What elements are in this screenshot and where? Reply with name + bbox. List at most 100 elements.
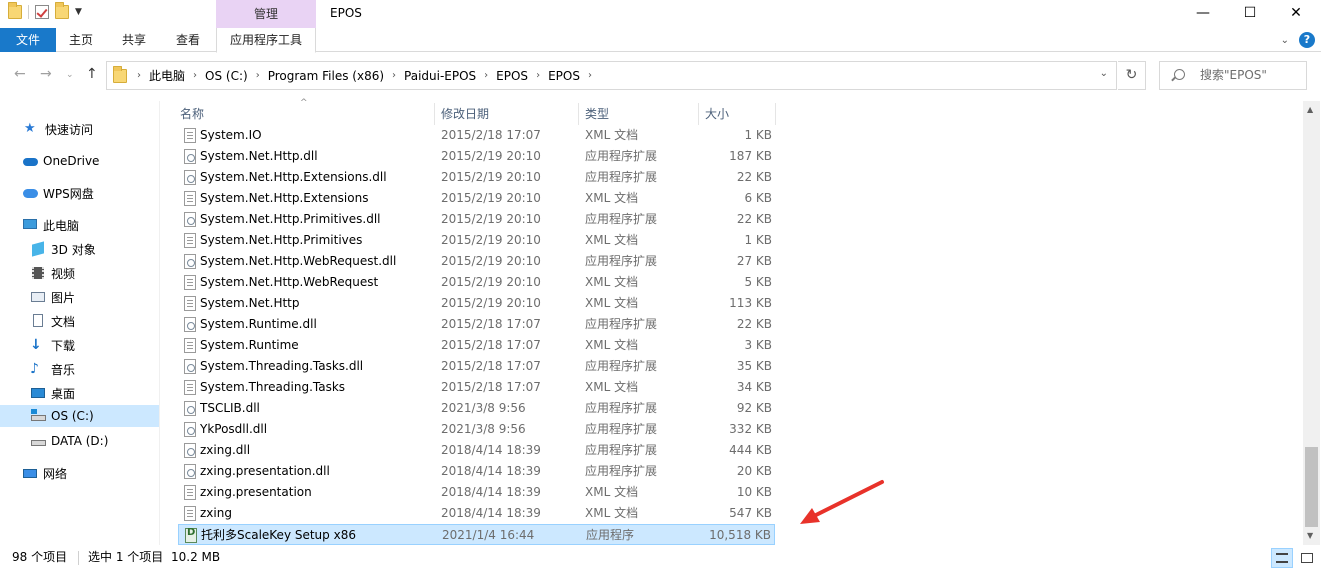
nav-onedrive[interactable]: OneDrive xyxy=(0,150,159,172)
breadcrumb-separator-icon[interactable]: › xyxy=(388,70,400,81)
tab-home[interactable]: 主页 xyxy=(56,28,106,52)
file-row[interactable]: TSCLIB.dll 2021/3/8 9:56 应用程序扩展 92 KB xyxy=(178,398,775,419)
scroll-up-icon[interactable]: ▲ xyxy=(1307,105,1313,114)
file-row[interactable]: 托利多ScaleKey Setup x86 2021/1/4 16:44 应用程序 1… xyxy=(178,524,775,545)
scroll-down-icon[interactable]: ▼ xyxy=(1307,531,1313,540)
file-date: 2021/1/4 16:44 xyxy=(442,528,535,542)
file-row[interactable]: zxing.presentation 2018/4/14 18:39 XML 文档 1… xyxy=(178,482,775,503)
up-arrow-icon[interactable]: ↑ xyxy=(86,66,98,82)
help-icon[interactable]: ? xyxy=(1299,32,1315,48)
search-placeholder: 搜索"EPOS" xyxy=(1200,68,1267,82)
file-row[interactable]: System.Net.Http.WebRequest 2015/2/19 20:1… xyxy=(178,272,775,293)
file-row[interactable]: System.IO 2015/2/18 17:07 XML 文档 1 KB xyxy=(178,125,775,146)
breadcrumb-epos-current[interactable]: EPOS xyxy=(544,69,584,83)
large-icons-view-button[interactable] xyxy=(1296,548,1318,568)
tab-share[interactable]: 共享 xyxy=(108,28,160,52)
properties-icon[interactable] xyxy=(35,5,49,19)
file-row[interactable]: zxing.presentation.dll 2018/4/14 18:39 应用程… xyxy=(178,461,775,482)
maximize-button[interactable]: ☐ xyxy=(1227,0,1273,26)
new-folder-icon[interactable] xyxy=(55,2,69,19)
navigation-pane: ★ 快速访问 OneDrive WPS网盘 此电脑 3D 对象 视频 图片 文档… xyxy=(0,101,160,545)
tab-view[interactable]: 查看 xyxy=(162,28,214,52)
nav-this-pc[interactable]: 此电脑 xyxy=(0,214,159,236)
file-row[interactable]: YkPosdll.dll 2021/3/8 9:56 应用程序扩展 332 KB xyxy=(178,419,775,440)
tab-application-tools[interactable]: 应用程序工具 xyxy=(216,28,316,53)
wps-cloud-icon xyxy=(22,186,38,200)
scrollbar-thumb[interactable] xyxy=(1305,447,1318,527)
nav-os-c[interactable]: OS (C:) xyxy=(0,405,159,427)
manage-tab[interactable]: 管理 xyxy=(216,0,316,28)
forward-arrow-icon[interactable]: → xyxy=(40,66,52,82)
breadcrumb-this-pc[interactable]: 此电脑 xyxy=(145,67,189,84)
minimize-button[interactable]: — xyxy=(1180,0,1226,26)
file-row[interactable]: System.Net.Http.dll 2015/2/19 20:10 应用程序扩展… xyxy=(178,146,775,167)
column-divider[interactable] xyxy=(578,103,579,125)
column-divider[interactable] xyxy=(775,103,776,125)
nav-network[interactable]: 网络 xyxy=(0,462,159,484)
nav-wps-cloud[interactable]: WPS网盘 xyxy=(0,182,159,204)
file-row[interactable]: System.Runtime 2015/2/18 17:07 XML 文档 3 KB xyxy=(178,335,775,356)
nav-music[interactable]: ♪ 音乐 xyxy=(0,358,159,380)
vertical-scrollbar[interactable]: ▲ ▼ xyxy=(1303,101,1320,545)
file-row[interactable]: System.Net.Http.Primitives 2015/2/19 20:1… xyxy=(178,230,775,251)
file-row[interactable]: System.Net.Http.WebRequest.dll 2015/2/19 … xyxy=(178,251,775,272)
back-arrow-icon[interactable]: ← xyxy=(14,66,26,82)
breadcrumb-program-files[interactable]: Program Files (x86) xyxy=(264,69,388,83)
file-row[interactable]: zxing.dll 2018/4/14 18:39 应用程序扩展 444 KB xyxy=(178,440,775,461)
file-size: 1 KB xyxy=(744,128,772,142)
nav-videos[interactable]: 视频 xyxy=(0,262,159,284)
nav-label: 图片 xyxy=(51,290,76,305)
file-row[interactable]: System.Threading.Tasks.dll 2015/2/18 17:0… xyxy=(178,356,775,377)
network-icon xyxy=(22,466,38,480)
column-header-size[interactable]: 大小 xyxy=(705,101,729,125)
dll-file-icon xyxy=(184,422,196,437)
file-date: 2015/2/19 20:10 xyxy=(441,149,541,163)
breadcrumb-paidui-epos[interactable]: Paidui-EPOS xyxy=(400,69,480,83)
address-history-chevron-icon[interactable]: ⌄ xyxy=(1100,68,1108,79)
file-row[interactable]: System.Net.Http.Primitives.dll 2015/2/19 … xyxy=(178,209,775,230)
column-header-type[interactable]: 类型 xyxy=(585,101,609,125)
breadcrumb-os-c[interactable]: OS (C:) xyxy=(201,69,252,83)
close-button[interactable]: ✕ xyxy=(1273,0,1319,26)
file-row[interactable]: System.Net.Http.Extensions.dll 2015/2/19 … xyxy=(178,167,775,188)
ribbon-expand-icon[interactable]: ⌄ xyxy=(1281,35,1289,46)
file-row[interactable]: System.Net.Http.Extensions 2015/2/19 20:1… xyxy=(178,188,775,209)
refresh-button[interactable]: ↻ xyxy=(1118,61,1146,90)
chevron-down-icon[interactable]: ▼ xyxy=(75,7,82,17)
breadcrumb-separator-icon[interactable]: › xyxy=(252,70,264,81)
column-header-name[interactable]: 名称 xyxy=(180,101,204,125)
file-type: 应用程序扩展 xyxy=(585,443,658,457)
column-divider[interactable] xyxy=(434,103,435,125)
breadcrumb-separator-icon[interactable]: › xyxy=(133,70,145,81)
column-divider[interactable] xyxy=(698,103,699,125)
search-input[interactable]: 搜索"EPOS" xyxy=(1159,61,1307,90)
file-size: 547 KB xyxy=(729,506,772,520)
file-row[interactable]: System.Net.Http 2015/2/19 20:10 XML 文档 113 … xyxy=(178,293,775,314)
file-date: 2018/4/14 18:39 xyxy=(441,485,541,499)
breadcrumb-separator-icon[interactable]: › xyxy=(532,70,544,81)
breadcrumb-separator-icon[interactable]: › xyxy=(189,70,201,81)
file-type: 应用程序扩展 xyxy=(585,359,658,373)
breadcrumb-separator-icon[interactable]: › xyxy=(480,70,492,81)
column-header-date[interactable]: 修改日期 xyxy=(441,101,489,125)
file-row[interactable]: System.Runtime.dll 2015/2/18 17:07 应用程序扩展 2… xyxy=(178,314,775,335)
file-name: zxing.dll xyxy=(200,443,251,457)
breadcrumb-separator-icon[interactable]: › xyxy=(584,70,596,81)
file-date: 2015/2/18 17:07 xyxy=(441,338,541,352)
breadcrumb-epos[interactable]: EPOS xyxy=(492,69,532,83)
annotation-arrow-icon xyxy=(800,480,884,524)
tab-file[interactable]: 文件 xyxy=(0,28,56,52)
nav-data-d[interactable]: DATA (D:) xyxy=(0,430,159,452)
nav-desktop[interactable]: 桌面 xyxy=(0,382,159,404)
file-row[interactable]: zxing 2018/4/14 18:39 XML 文档 547 KB xyxy=(178,503,775,524)
folder-icon[interactable] xyxy=(8,2,22,19)
nav-downloads[interactable]: ↓ 下载 xyxy=(0,334,159,356)
nav-pictures[interactable]: 图片 xyxy=(0,286,159,308)
address-bar[interactable]: › 此电脑 › OS (C:) › Program Files (x86) › … xyxy=(106,61,1117,90)
nav-quick-access[interactable]: ★ 快速访问 xyxy=(0,118,159,140)
file-row[interactable]: System.Threading.Tasks 2015/2/18 17:07 XML… xyxy=(178,377,775,398)
details-view-button[interactable] xyxy=(1271,548,1293,568)
nav-3d-objects[interactable]: 3D 对象 xyxy=(0,238,159,260)
recent-locations-icon[interactable]: ⌄ xyxy=(66,70,74,80)
nav-documents[interactable]: 文档 xyxy=(0,310,159,332)
